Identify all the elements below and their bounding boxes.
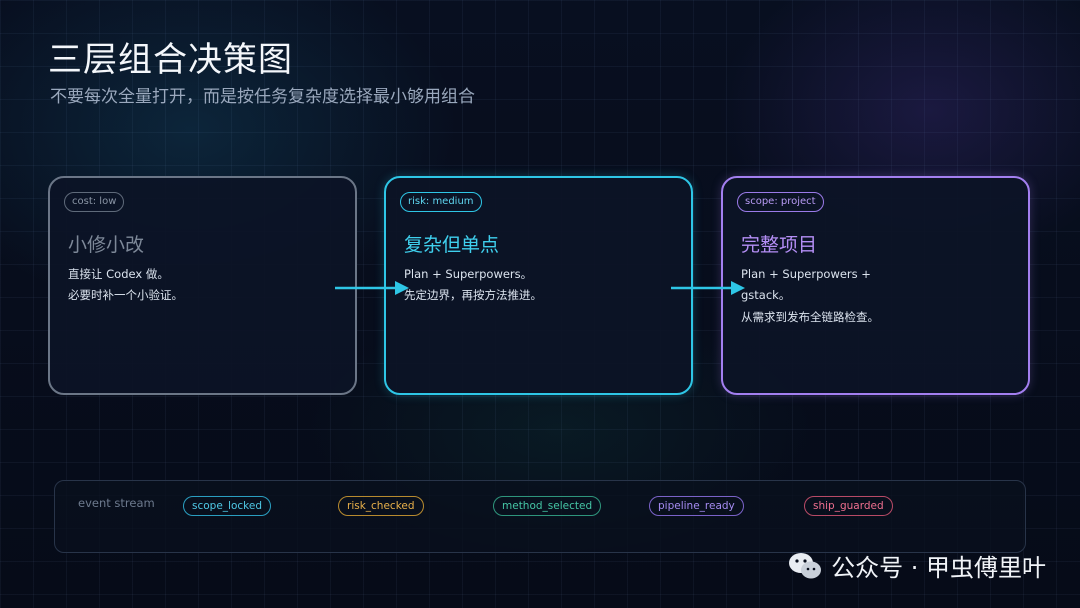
event-chip: pipeline_ready: [649, 496, 744, 516]
event-stream-label: event stream: [78, 496, 155, 510]
card-small-change: cost: low 小修小改 直接让 Codex 做。 必要时补一个小验证。: [48, 176, 357, 395]
card-line: Plan + Superpowers +: [741, 267, 871, 281]
arrow-right-icon: [335, 281, 409, 295]
card-line: 必要时补一个小验证。: [68, 288, 183, 302]
card-line: 直接让 Codex 做。: [68, 267, 169, 281]
event-chip: scope_locked: [183, 496, 271, 516]
card-body: 直接让 Codex 做。 必要时补一个小验证。: [68, 264, 338, 306]
card-title: 小修小改: [68, 234, 145, 256]
card-body: Plan + Superpowers。 先定边界，再按方法推进。: [404, 264, 674, 306]
card-full-project: scope: project 完整项目 Plan + Superpowers +…: [721, 176, 1030, 395]
event-chip: risk_checked: [338, 496, 424, 516]
card-line: Plan + Superpowers。: [404, 267, 533, 281]
page-subtitle: 不要每次全量打开，而是按任务复杂度选择最小够用组合: [50, 87, 475, 107]
card-body: Plan + Superpowers + gstack。 从需求到发布全链路检查…: [741, 264, 1011, 328]
card-title: 复杂但单点: [404, 234, 500, 256]
wechat-icon: [789, 552, 822, 578]
card-badge: scope: project: [737, 192, 824, 212]
card-line: gstack。: [741, 288, 791, 302]
card-badge: risk: medium: [400, 192, 482, 212]
arrow-right-icon: [671, 281, 745, 295]
event-chip: ship_guarded: [804, 496, 893, 516]
card-line: 从需求到发布全链路检查。: [741, 310, 879, 324]
event-stream-panel: event stream scope_locked risk_checked m…: [54, 480, 1026, 553]
watermark-text: 公众号 · 甲虫傅里叶: [831, 554, 1046, 582]
watermark: 公众号 · 甲虫傅里叶: [787, 548, 1046, 583]
event-chip: method_selected: [493, 496, 602, 516]
card-complex-single: risk: medium 复杂但单点 Plan + Superpowers。 先…: [384, 176, 693, 395]
card-title: 完整项目: [741, 234, 818, 256]
page-title: 三层组合决策图: [48, 40, 293, 80]
card-badge: cost: low: [64, 192, 125, 212]
card-line: 先定边界，再按方法推进。: [404, 288, 542, 302]
